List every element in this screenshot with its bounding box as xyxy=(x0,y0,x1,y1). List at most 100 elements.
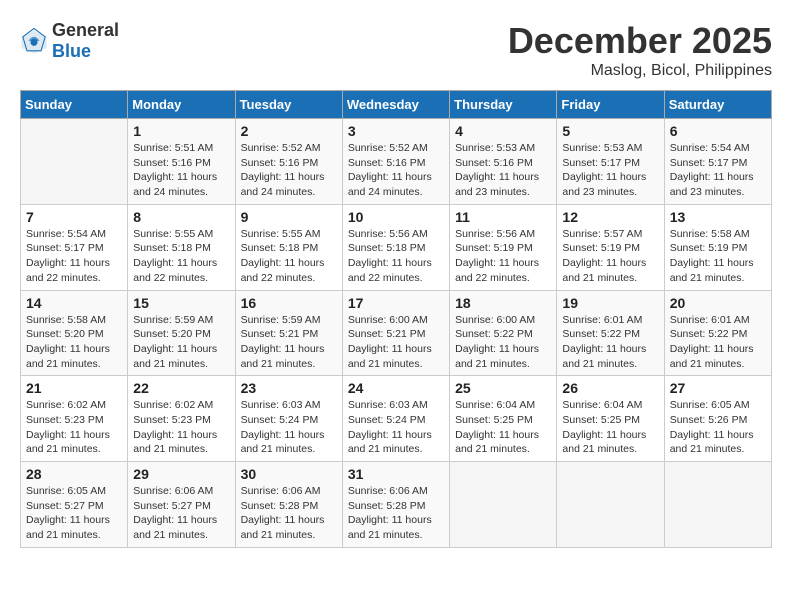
day-number: 21 xyxy=(26,380,122,396)
calendar-week-1: 1 Sunrise: 5:51 AMSunset: 5:16 PMDaylight… xyxy=(21,119,772,205)
calendar-week-5: 28 Sunrise: 6:05 AMSunset: 5:27 PMDayligh… xyxy=(21,462,772,548)
day-info: Sunrise: 5:58 AMSunset: 5:20 PMDaylight:… xyxy=(26,313,122,372)
calendar-cell xyxy=(21,119,128,205)
day-info: Sunrise: 5:52 AMSunset: 5:16 PMDaylight:… xyxy=(241,141,337,200)
day-info: Sunrise: 6:03 AMSunset: 5:24 PMDaylight:… xyxy=(348,398,444,457)
calendar-cell xyxy=(557,462,664,548)
day-info: Sunrise: 5:59 AMSunset: 5:21 PMDaylight:… xyxy=(241,313,337,372)
day-number: 12 xyxy=(562,209,658,225)
day-number: 23 xyxy=(241,380,337,396)
calendar-week-4: 21 Sunrise: 6:02 AMSunset: 5:23 PMDayligh… xyxy=(21,376,772,462)
day-number: 20 xyxy=(670,295,766,311)
calendar-cell: 8 Sunrise: 5:55 AMSunset: 5:18 PMDaylight… xyxy=(128,204,235,290)
day-number: 8 xyxy=(133,209,229,225)
calendar-table: SundayMondayTuesdayWednesdayThursdayFrid… xyxy=(20,90,772,548)
calendar-header-row: SundayMondayTuesdayWednesdayThursdayFrid… xyxy=(21,91,772,119)
day-info: Sunrise: 5:55 AMSunset: 5:18 PMDaylight:… xyxy=(133,227,229,286)
calendar-cell xyxy=(450,462,557,548)
calendar-header-thursday: Thursday xyxy=(450,91,557,119)
day-info: Sunrise: 6:05 AMSunset: 5:26 PMDaylight:… xyxy=(670,398,766,457)
calendar-cell: 13Sunrise: 5:58 AMSunset: 5:19 PMDayligh… xyxy=(664,204,771,290)
location-title: Maslog, Bicol, Philippines xyxy=(508,62,772,80)
calendar-cell: 21 Sunrise: 6:02 AMSunset: 5:23 PMDayligh… xyxy=(21,376,128,462)
day-info: Sunrise: 6:02 AMSunset: 5:23 PMDaylight:… xyxy=(133,398,229,457)
calendar-cell: 22 Sunrise: 6:02 AMSunset: 5:23 PMDayligh… xyxy=(128,376,235,462)
day-info: Sunrise: 5:59 AMSunset: 5:20 PMDaylight:… xyxy=(133,313,229,372)
calendar-cell: 20Sunrise: 6:01 AMSunset: 5:22 PMDayligh… xyxy=(664,290,771,376)
day-number: 26 xyxy=(562,380,658,396)
calendar-cell: 1 Sunrise: 5:51 AMSunset: 5:16 PMDaylight… xyxy=(128,119,235,205)
day-number: 11 xyxy=(455,209,551,225)
day-info: Sunrise: 6:06 AMSunset: 5:27 PMDaylight:… xyxy=(133,484,229,543)
day-info: Sunrise: 5:56 AMSunset: 5:18 PMDaylight:… xyxy=(348,227,444,286)
day-info: Sunrise: 6:04 AMSunset: 5:25 PMDaylight:… xyxy=(562,398,658,457)
calendar-cell: 9Sunrise: 5:55 AMSunset: 5:18 PMDaylight… xyxy=(235,204,342,290)
calendar-header-monday: Monday xyxy=(128,91,235,119)
logo-icon xyxy=(20,27,48,55)
month-title: December 2025 xyxy=(508,20,772,62)
day-number: 17 xyxy=(348,295,444,311)
day-info: Sunrise: 5:53 AMSunset: 5:16 PMDaylight:… xyxy=(455,141,551,200)
day-info: Sunrise: 5:54 AMSunset: 5:17 PMDaylight:… xyxy=(670,141,766,200)
day-number: 15 xyxy=(133,295,229,311)
calendar-header-tuesday: Tuesday xyxy=(235,91,342,119)
day-info: Sunrise: 6:02 AMSunset: 5:23 PMDaylight:… xyxy=(26,398,122,457)
day-number: 14 xyxy=(26,295,122,311)
calendar-cell: 2 Sunrise: 5:52 AMSunset: 5:16 PMDaylight… xyxy=(235,119,342,205)
calendar-week-2: 7Sunrise: 5:54 AMSunset: 5:17 PMDaylight… xyxy=(21,204,772,290)
day-info: Sunrise: 6:01 AMSunset: 5:22 PMDaylight:… xyxy=(562,313,658,372)
calendar-header-wednesday: Wednesday xyxy=(342,91,449,119)
day-number: 31 xyxy=(348,466,444,482)
calendar-cell: 4 Sunrise: 5:53 AMSunset: 5:16 PMDaylight… xyxy=(450,119,557,205)
day-number: 10 xyxy=(348,209,444,225)
calendar-cell: 25 Sunrise: 6:04 AMSunset: 5:25 PMDayligh… xyxy=(450,376,557,462)
day-info: Sunrise: 5:54 AMSunset: 5:17 PMDaylight:… xyxy=(26,227,122,286)
calendar-cell: 6Sunrise: 5:54 AMSunset: 5:17 PMDaylight… xyxy=(664,119,771,205)
logo-blue: Blue xyxy=(52,41,91,61)
calendar-cell: 11 Sunrise: 5:56 AMSunset: 5:19 PMDayligh… xyxy=(450,204,557,290)
day-number: 28 xyxy=(26,466,122,482)
calendar-cell: 31 Sunrise: 6:06 AMSunset: 5:28 PMDayligh… xyxy=(342,462,449,548)
day-number: 16 xyxy=(241,295,337,311)
calendar-cell: 16 Sunrise: 5:59 AMSunset: 5:21 PMDayligh… xyxy=(235,290,342,376)
day-number: 22 xyxy=(133,380,229,396)
day-info: Sunrise: 5:51 AMSunset: 5:16 PMDaylight:… xyxy=(133,141,229,200)
day-info: Sunrise: 6:06 AMSunset: 5:28 PMDaylight:… xyxy=(348,484,444,543)
calendar-cell: 17Sunrise: 6:00 AMSunset: 5:21 PMDayligh… xyxy=(342,290,449,376)
day-info: Sunrise: 5:56 AMSunset: 5:19 PMDaylight:… xyxy=(455,227,551,286)
calendar-cell: 3Sunrise: 5:52 AMSunset: 5:16 PMDaylight… xyxy=(342,119,449,205)
day-number: 5 xyxy=(562,123,658,139)
logo-text: General Blue xyxy=(52,20,119,62)
calendar-cell: 15 Sunrise: 5:59 AMSunset: 5:20 PMDayligh… xyxy=(128,290,235,376)
calendar-cell: 18 Sunrise: 6:00 AMSunset: 5:22 PMDayligh… xyxy=(450,290,557,376)
calendar-cell: 24 Sunrise: 6:03 AMSunset: 5:24 PMDayligh… xyxy=(342,376,449,462)
day-number: 19 xyxy=(562,295,658,311)
calendar-cell: 10 Sunrise: 5:56 AMSunset: 5:18 PMDayligh… xyxy=(342,204,449,290)
calendar-cell: 27 Sunrise: 6:05 AMSunset: 5:26 PMDayligh… xyxy=(664,376,771,462)
day-number: 18 xyxy=(455,295,551,311)
day-number: 27 xyxy=(670,380,766,396)
day-number: 1 xyxy=(133,123,229,139)
calendar-header-friday: Friday xyxy=(557,91,664,119)
day-number: 25 xyxy=(455,380,551,396)
day-info: Sunrise: 5:57 AMSunset: 5:19 PMDaylight:… xyxy=(562,227,658,286)
calendar-cell: 28 Sunrise: 6:05 AMSunset: 5:27 PMDayligh… xyxy=(21,462,128,548)
header: General Blue December 2025 Maslog, Bicol… xyxy=(20,20,772,80)
title-area: December 2025 Maslog, Bicol, Philippines xyxy=(508,20,772,80)
day-number: 24 xyxy=(348,380,444,396)
day-number: 4 xyxy=(455,123,551,139)
day-info: Sunrise: 6:05 AMSunset: 5:27 PMDaylight:… xyxy=(26,484,122,543)
calendar-cell: 19 Sunrise: 6:01 AMSunset: 5:22 PMDayligh… xyxy=(557,290,664,376)
day-info: Sunrise: 6:04 AMSunset: 5:25 PMDaylight:… xyxy=(455,398,551,457)
day-number: 30 xyxy=(241,466,337,482)
logo-general: General xyxy=(52,20,119,40)
day-info: Sunrise: 5:58 AMSunset: 5:19 PMDaylight:… xyxy=(670,227,766,286)
calendar-cell: 12 Sunrise: 5:57 AMSunset: 5:19 PMDayligh… xyxy=(557,204,664,290)
calendar-cell: 23 Sunrise: 6:03 AMSunset: 5:24 PMDayligh… xyxy=(235,376,342,462)
day-number: 3 xyxy=(348,123,444,139)
day-info: Sunrise: 6:03 AMSunset: 5:24 PMDaylight:… xyxy=(241,398,337,457)
day-info: Sunrise: 6:00 AMSunset: 5:22 PMDaylight:… xyxy=(455,313,551,372)
day-info: Sunrise: 6:06 AMSunset: 5:28 PMDaylight:… xyxy=(241,484,337,543)
day-number: 2 xyxy=(241,123,337,139)
calendar-cell: 5Sunrise: 5:53 AMSunset: 5:17 PMDaylight… xyxy=(557,119,664,205)
